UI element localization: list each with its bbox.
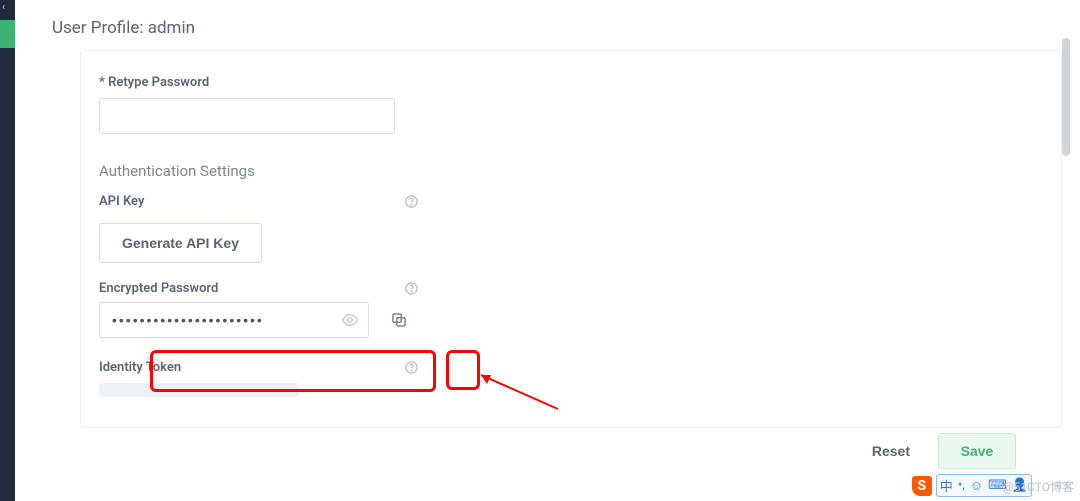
- save-button[interactable]: Save: [938, 433, 1016, 469]
- retype-password-label: * Retype Password: [99, 75, 1043, 90]
- user-profile-panel: User Profile: admin * Retype Password Au…: [50, 0, 1072, 493]
- encrypted-password-input[interactable]: [99, 302, 369, 338]
- question-circle-icon[interactable]: [404, 194, 419, 209]
- form-footer: Reset Save: [872, 433, 1016, 469]
- vertical-scrollbar[interactable]: [1062, 38, 1070, 156]
- identity-token-label: Identity Token: [99, 360, 181, 375]
- left-nav-rail: ‹: [0, 0, 15, 501]
- generate-api-key-button[interactable]: Generate API Key: [99, 223, 262, 263]
- copy-icon: [390, 311, 408, 329]
- profile-form-card: * Retype Password Authentication Setting…: [80, 50, 1062, 428]
- copy-encrypted-password-button[interactable]: [383, 304, 415, 336]
- identity-token-placeholder: [99, 383, 299, 397]
- api-key-label: API Key: [99, 194, 144, 209]
- annotation-arrow-icon: [473, 371, 563, 411]
- question-circle-icon[interactable]: [404, 281, 419, 296]
- ime-emoji-icon: ☺: [970, 478, 983, 494]
- encrypted-password-label: Encrypted Password: [99, 281, 218, 296]
- eye-icon[interactable]: [341, 311, 359, 329]
- ime-punct-icon: •,: [958, 478, 965, 493]
- sogou-ime-icon[interactable]: S: [912, 476, 932, 496]
- retype-password-input[interactable]: [99, 98, 395, 134]
- reset-button[interactable]: Reset: [872, 443, 910, 459]
- page-title: User Profile: admin: [50, 0, 1072, 46]
- collapse-caret-icon[interactable]: ‹: [2, 2, 5, 13]
- question-circle-icon[interactable]: [404, 360, 419, 375]
- watermark-text: @51CTO博客: [1003, 478, 1074, 495]
- nav-active-indicator: [0, 20, 15, 48]
- ime-lang: 中: [940, 476, 953, 495]
- auth-settings-heading: Authentication Settings: [99, 162, 1043, 180]
- encrypted-password-field-wrap: [99, 302, 369, 338]
